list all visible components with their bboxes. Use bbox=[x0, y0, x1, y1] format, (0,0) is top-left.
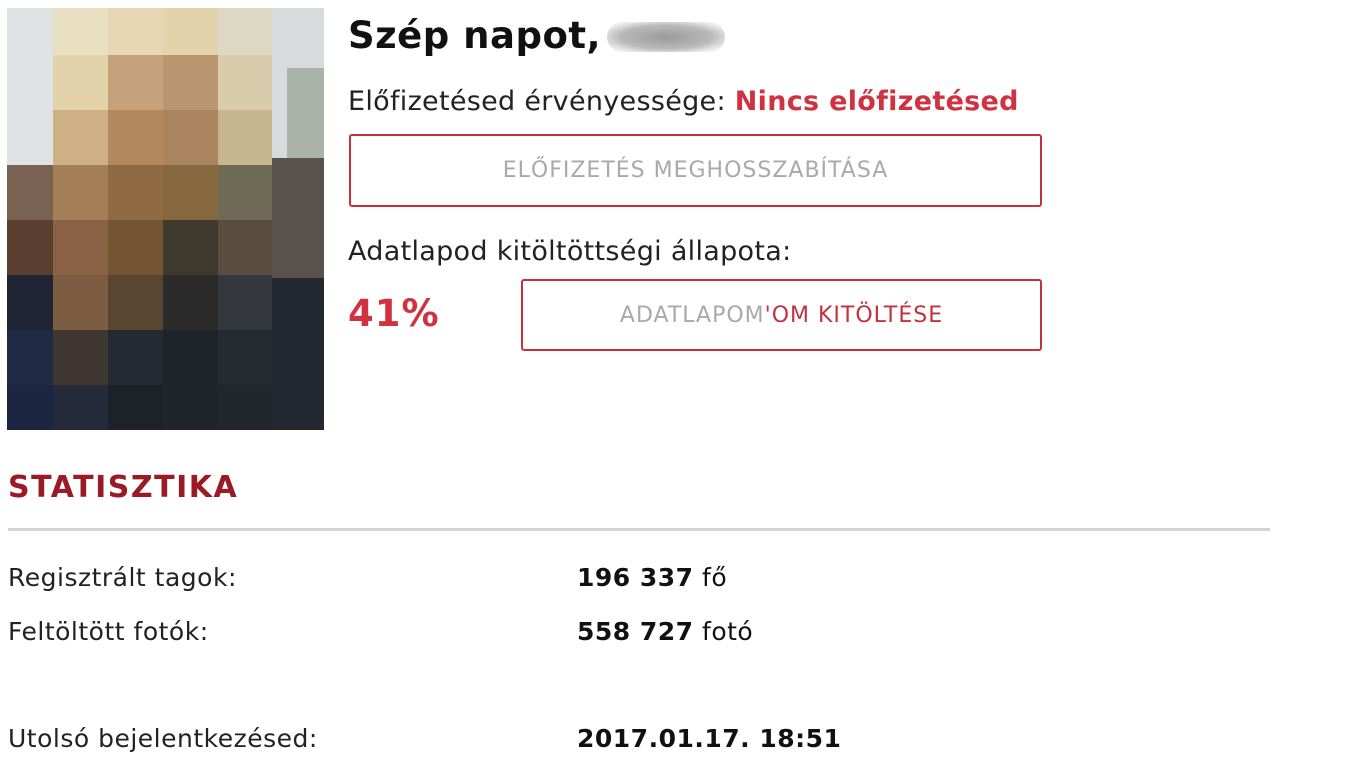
stat-value-members: 196 337 fő bbox=[577, 563, 727, 592]
profile-completion-percent: 41% bbox=[348, 292, 440, 335]
username-redacted bbox=[607, 22, 726, 52]
stat-unit-members: fő bbox=[702, 563, 728, 592]
profile-dashboard: Szép napot, Előfizetésed érvényessége: N… bbox=[0, 0, 1347, 758]
section-divider bbox=[8, 528, 1270, 531]
avatar[interactable] bbox=[7, 8, 324, 430]
stat-unit-photos: fotó bbox=[702, 617, 754, 646]
fill-profile-label-right: 'OM KITÖLTÉSE bbox=[764, 302, 944, 328]
stat-number-last-login: 2017.01.17. 18:51 bbox=[577, 724, 842, 753]
subscription-status-line: Előfizetésed érvényessége: Nincs előfize… bbox=[348, 86, 1019, 117]
avatar-pixelated-image bbox=[7, 8, 324, 430]
stat-value-photos: 558 727 fotó bbox=[577, 617, 753, 646]
statistics-heading: STATISZTIKA bbox=[8, 470, 239, 505]
renew-subscription-label: ELŐFIZETÉS MEGHOSSZABÍTÁSA bbox=[502, 158, 889, 183]
renew-subscription-button[interactable]: ELŐFIZETÉS MEGHOSSZABÍTÁSA bbox=[349, 134, 1042, 207]
greeting-heading: Szép napot, bbox=[348, 14, 726, 57]
stat-label-last-login: Utolsó bejelentkezésed: bbox=[8, 724, 318, 753]
subscription-status: Nincs előfizetésed bbox=[734, 86, 1019, 117]
profile-completion-label: Adatlapod kitöltöttségi állapota: bbox=[348, 236, 792, 267]
subscription-label: Előfizetésed érvényessége: bbox=[348, 86, 726, 117]
fill-profile-label-left: ADATLAPOM bbox=[619, 302, 765, 328]
stat-label-members: Regisztrált tagok: bbox=[8, 563, 237, 592]
fill-profile-button[interactable]: ADATLAPOM 'OM KITÖLTÉSE bbox=[521, 279, 1042, 351]
stat-number-members: 196 337 bbox=[577, 563, 694, 592]
stat-label-photos: Feltöltött fotók: bbox=[8, 617, 209, 646]
greeting-text: Szép napot, bbox=[348, 14, 602, 57]
stat-value-last-login: 2017.01.17. 18:51 bbox=[577, 724, 841, 753]
stat-number-photos: 558 727 bbox=[577, 617, 694, 646]
